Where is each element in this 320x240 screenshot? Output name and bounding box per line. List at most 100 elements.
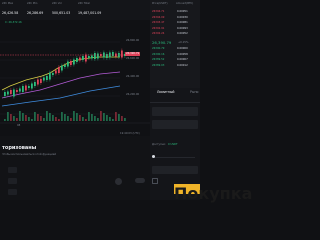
volume-bar	[79, 115, 81, 121]
tab-market[interactable]: Рыно	[190, 90, 198, 94]
y-axis-label-4: 26,200.00	[126, 93, 140, 96]
volume-bar	[82, 117, 84, 121]
volume-bar	[109, 117, 111, 121]
tab-divider	[150, 102, 200, 103]
orderbook-header-amount: Amount(BTC)	[176, 2, 194, 5]
ask-price: 26392.91	[152, 26, 165, 30]
ask-price: 26393.47	[152, 21, 165, 25]
bid-amount: 0.00000	[177, 47, 188, 50]
ask-price: 26394.71	[152, 10, 165, 13]
price-input[interactable]	[152, 107, 198, 116]
ticker-stat-value-3: 500,651.03	[52, 11, 71, 15]
tab-limit[interactable]: Лимитный	[157, 90, 174, 94]
volume-bar	[49, 113, 51, 121]
bid-price: 26389.03	[152, 63, 165, 67]
user-avatar[interactable]	[115, 178, 122, 185]
ask-amount: 0.00051	[177, 10, 188, 13]
volume-bar	[88, 112, 90, 121]
candle-body	[7, 91, 9, 95]
candle-body	[85, 54, 87, 62]
volume-bar	[37, 114, 39, 121]
bottom-chip-2[interactable]	[8, 178, 17, 184]
ticker-stat-value-1: 26,426.58	[2, 11, 19, 15]
orderbook-header-price: Price(USDT)	[152, 2, 168, 5]
orderbook-asks: 26394.71 0.00051 26394.09 0.00030 26393.…	[150, 10, 200, 38]
ticker-bar	[0, 0, 150, 20]
candle-body	[13, 89, 15, 97]
ask-amount: 0.00030	[177, 15, 188, 19]
volume-bar	[55, 117, 57, 121]
volume-bar	[10, 114, 12, 121]
x-axis-label: 08	[17, 124, 21, 127]
volume-bars	[4, 111, 126, 121]
bottom-chip-3[interactable]	[8, 189, 17, 195]
slider-handle[interactable]	[152, 155, 155, 158]
candle-body	[22, 86, 24, 92]
volume-bar	[22, 113, 24, 121]
candle-body	[61, 65, 63, 71]
candle-body	[34, 82, 36, 86]
volume-bar	[112, 119, 114, 121]
amount-input[interactable]	[152, 120, 198, 129]
volume-bar	[67, 116, 69, 121]
candle-body	[28, 86, 30, 88]
bottom-title: торизованы	[2, 145, 37, 151]
volume-bar	[64, 114, 66, 121]
orderbook-bids: 26390.79 0.00000 26390.16 0.00058 26389.…	[150, 47, 200, 69]
volume-bar	[4, 119, 6, 121]
buy-button[interactable]: Покупка	[174, 184, 252, 203]
ma-line-mid	[1, 71, 121, 99]
bid-price: 26389.52	[152, 58, 165, 62]
candle-body	[19, 88, 21, 92]
total-input[interactable]	[152, 166, 198, 174]
volume-bar	[124, 118, 126, 121]
volume-bar	[85, 119, 87, 121]
ask-amount: 0.00052	[177, 32, 188, 36]
percent-slider[interactable]	[153, 157, 195, 158]
bid-amount: 0.00058	[177, 52, 188, 56]
candle-body	[82, 56, 84, 60]
y-axis-label-1: 26,800.00	[126, 39, 140, 42]
volume-bar	[103, 113, 105, 121]
ticker-stat-label-3: 24h Vol	[52, 2, 62, 5]
candle-body	[70, 61, 72, 65]
candle-body	[121, 50, 123, 58]
ticker-stat-value-4: 19,487,001.09	[78, 11, 102, 15]
ticker-stat-value-2: 26,286.69	[27, 11, 44, 15]
ask-price: 26392.24	[152, 32, 165, 36]
volume-bar	[61, 112, 63, 121]
volume-bar	[94, 116, 96, 121]
volume-bar	[70, 118, 72, 121]
ticker-stat-label-1: 24h Max	[2, 2, 14, 5]
candle-body	[40, 79, 42, 83]
candle-body	[10, 90, 12, 94]
volume-bar	[25, 115, 27, 121]
orderbook-ask-row[interactable]: 26392.24 0.00052	[150, 32, 200, 38]
volume-bar	[115, 112, 117, 121]
volume-bar	[13, 116, 15, 121]
orderbook-bid-row[interactable]: 26389.03 0.00012	[150, 64, 200, 70]
current-price-tag: 26,390.79	[125, 51, 141, 56]
candle-body	[91, 55, 93, 59]
candle-body	[112, 52, 114, 56]
candle-body	[106, 54, 108, 58]
candle-body	[97, 53, 99, 59]
bottom-chip-1[interactable]	[8, 167, 17, 173]
bid-price: 26390.79	[152, 47, 165, 50]
toggle-switch[interactable]	[135, 178, 145, 183]
checkbox[interactable]	[152, 178, 158, 184]
ask-amount: 0.00081	[177, 21, 188, 25]
bottom-subtitle: Чтобы воспользоваться этой функцией	[2, 153, 57, 156]
available-value: 0 USDT	[168, 143, 178, 146]
candle-body	[46, 76, 48, 80]
candle-body	[43, 77, 45, 81]
candle-body	[49, 72, 51, 80]
chart-grid	[0, 41, 120, 115]
volume-bar	[19, 111, 21, 121]
candle-body	[31, 83, 33, 89]
candle-body	[73, 59, 75, 65]
volume-bar	[106, 115, 108, 121]
y-axis-label-2: 26,600.00	[126, 57, 140, 60]
candle-body	[37, 79, 39, 85]
volume-bar	[52, 115, 54, 121]
